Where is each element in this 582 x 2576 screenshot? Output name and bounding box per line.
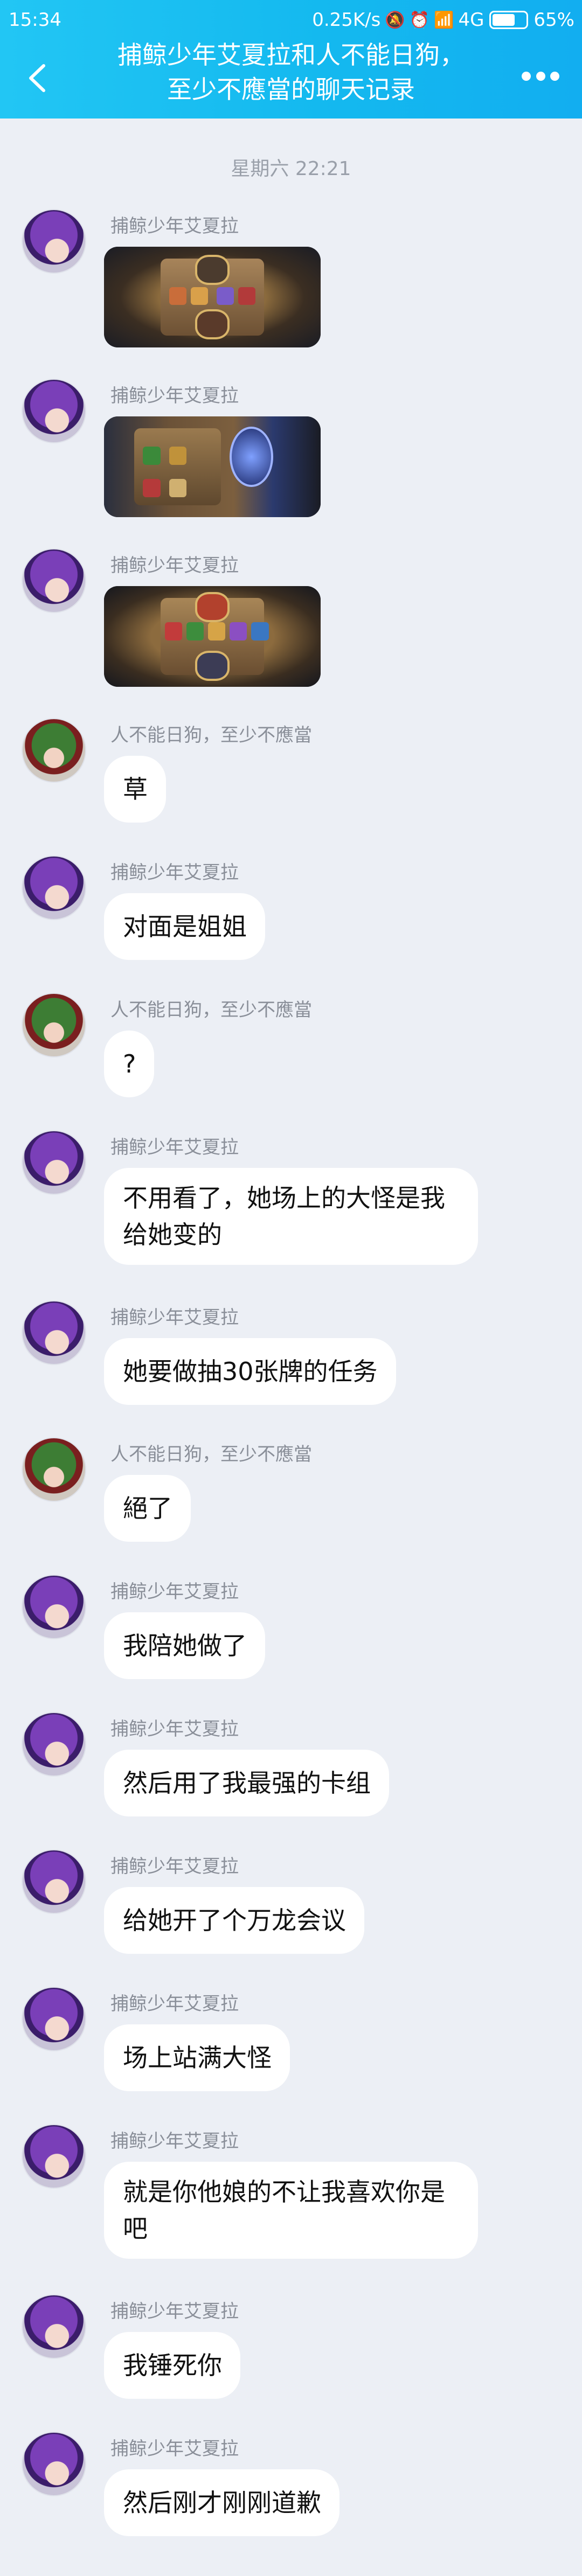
message-bubble[interactable]: 然后用了我最强的卡组 bbox=[104, 1750, 389, 1816]
avatar[interactable] bbox=[22, 1849, 86, 1914]
avatar[interactable] bbox=[22, 993, 86, 1057]
message-bubble[interactable]: 草 bbox=[104, 756, 166, 823]
sender-name: 捕鲸少年艾夏拉 bbox=[110, 555, 239, 576]
message-bubble[interactable]: 给她开了个万龙会议 bbox=[104, 1887, 364, 1954]
sender-name: 捕鲸少年艾夏拉 bbox=[110, 2301, 239, 2322]
message-bubble[interactable]: 对面是姐姐 bbox=[104, 893, 265, 960]
chat-header: 15:34 0.25K/s 🔕 ⏰ 📶 4G 65% 捕鲸少年艾夏拉和人不能日狗… bbox=[0, 0, 582, 119]
avatar[interactable] bbox=[22, 1712, 86, 1777]
mute-icon: 🔕 bbox=[385, 10, 405, 30]
chat-title-line1: 捕鲸少年艾夏拉和人不能日狗， bbox=[117, 40, 465, 69]
hearthstone-screenshot bbox=[104, 586, 321, 687]
alarm-icon: ⏰ bbox=[409, 10, 430, 30]
sender-name: 人不能日狗，至少不應當 bbox=[110, 999, 312, 1021]
battery-icon bbox=[489, 11, 529, 29]
image-message[interactable] bbox=[104, 247, 321, 347]
chat-timestamp: 星期六 22:21 bbox=[231, 158, 351, 180]
sender-name: 捕鲸少年艾夏拉 bbox=[110, 1856, 239, 1877]
avatar[interactable] bbox=[22, 1575, 86, 1639]
avatar[interactable] bbox=[22, 548, 86, 613]
chevron-left-icon bbox=[29, 64, 45, 92]
chat-title-line2: 至少不應當的聊天记录 bbox=[167, 75, 415, 104]
hd-signal-icon: 📶 bbox=[434, 10, 454, 30]
avatar[interactable] bbox=[22, 379, 86, 443]
status-bar: 15:34 0.25K/s 🔕 ⏰ 📶 4G 65% bbox=[0, 0, 582, 40]
message-bubble[interactable]: 她要做抽30张牌的任务 bbox=[104, 1338, 396, 1405]
sender-name: 捕鲸少年艾夏拉 bbox=[110, 862, 239, 883]
network-type: 4G bbox=[458, 9, 484, 31]
avatar[interactable] bbox=[22, 209, 86, 274]
more-dots-icon bbox=[522, 71, 531, 81]
message-bubble[interactable]: 就是你他娘的不让我喜欢你是吧 bbox=[104, 2162, 478, 2259]
more-button[interactable] bbox=[522, 68, 559, 84]
sender-name: 捕鲸少年艾夏拉 bbox=[110, 215, 239, 237]
message-bubble[interactable]: 絕了 bbox=[104, 1475, 191, 1542]
battery-percent: 65% bbox=[534, 9, 574, 31]
message-bubble[interactable]: 场上站满大怪 bbox=[104, 2024, 290, 2091]
sender-name: 捕鲸少年艾夏拉 bbox=[110, 1581, 239, 1603]
avatar[interactable] bbox=[22, 1300, 86, 1365]
status-indicators: 0.25K/s 🔕 ⏰ 📶 4G 65% bbox=[312, 9, 574, 31]
sender-name: 捕鲸少年艾夏拉 bbox=[110, 1993, 239, 2015]
hearthstone-screenshot bbox=[104, 247, 321, 347]
sender-name: 捕鲸少年艾夏拉 bbox=[110, 1718, 239, 1740]
avatar[interactable] bbox=[22, 718, 86, 783]
status-time: 15:34 bbox=[9, 9, 61, 31]
avatar[interactable] bbox=[22, 1987, 86, 2051]
avatar[interactable] bbox=[22, 2432, 86, 2496]
sender-name: 捕鲸少年艾夏拉 bbox=[110, 1137, 239, 1158]
message-bubble[interactable]: 然后刚才刚刚道歉 bbox=[104, 2469, 340, 2536]
net-speed: 0.25K/s bbox=[312, 9, 381, 31]
sender-name: 捕鲸少年艾夏拉 bbox=[110, 1307, 239, 1328]
avatar[interactable] bbox=[22, 855, 86, 920]
image-message[interactable] bbox=[104, 416, 321, 517]
message-bubble[interactable]: 不用看了，她场上的大怪是我给她变的 bbox=[104, 1168, 478, 1265]
sender-name: 人不能日狗，至少不應當 bbox=[110, 1444, 312, 1465]
sender-name: 捕鲸少年艾夏拉 bbox=[110, 2438, 239, 2460]
hearthstone-screenshot bbox=[104, 416, 321, 517]
sender-name: 捕鲸少年艾夏拉 bbox=[110, 385, 239, 407]
avatar[interactable] bbox=[22, 1437, 86, 1502]
sender-name: 捕鲸少年艾夏拉 bbox=[110, 2131, 239, 2152]
image-message[interactable] bbox=[104, 586, 321, 687]
avatar[interactable] bbox=[22, 1130, 86, 1195]
message-bubble[interactable]: 我锤死你 bbox=[104, 2332, 240, 2399]
avatar[interactable] bbox=[22, 2294, 86, 2359]
avatar[interactable] bbox=[22, 2124, 86, 2189]
chat-title: 捕鲸少年艾夏拉和人不能日狗， 至少不應當的聊天记录 bbox=[81, 38, 501, 107]
back-button[interactable] bbox=[20, 59, 53, 97]
message-bubble[interactable]: ? bbox=[104, 1031, 155, 1097]
message-bubble[interactable]: 我陪她做了 bbox=[104, 1612, 265, 1679]
sender-name: 人不能日狗，至少不應當 bbox=[110, 725, 312, 746]
